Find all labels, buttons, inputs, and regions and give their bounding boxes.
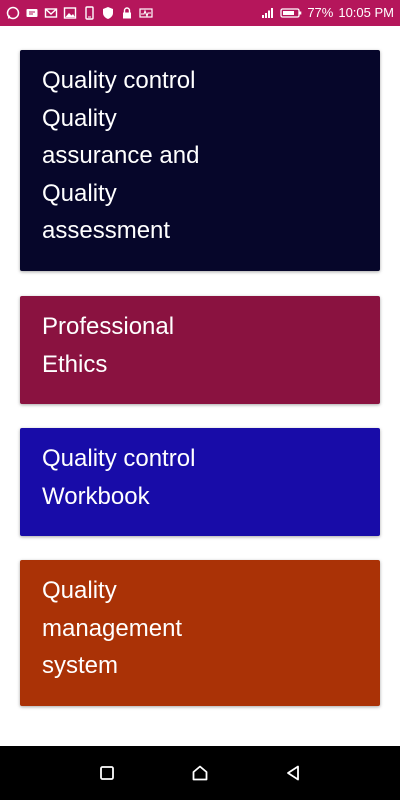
home-button[interactable]: [182, 755, 218, 791]
system-indicators: 77% 10:05 PM: [261, 6, 394, 20]
notification-icons: [6, 6, 153, 20]
topic-card-quality-control-workbook[interactable]: Quality control Workbook: [20, 428, 380, 536]
message-icon: [25, 6, 39, 20]
recents-button[interactable]: [89, 755, 125, 791]
topic-card-title: Professional Ethics: [42, 313, 175, 378]
activity-icon: [139, 6, 153, 20]
topic-card-title: Quality control Quality assurance and Qu…: [42, 67, 200, 244]
battery-percentage: 77%: [307, 5, 334, 20]
topic-card-quality-management-system[interactable]: Quality management system: [20, 560, 380, 706]
topic-list: Quality control Quality assurance and Qu…: [0, 26, 400, 746]
recents-icon: [99, 766, 114, 780]
topic-card-title: Quality control Workbook: [42, 445, 196, 510]
shield-icon: [101, 6, 115, 20]
back-button[interactable]: [275, 755, 311, 791]
signal-icon: [261, 6, 275, 20]
status-bar: 77% 10:05 PM: [0, 0, 400, 26]
back-icon: [287, 765, 300, 781]
whatsapp-icon: [6, 6, 20, 20]
image-icon: [63, 6, 77, 20]
home-icon: [192, 765, 208, 781]
topic-card-professional-ethics[interactable]: Professional Ethics: [20, 296, 380, 404]
email-icon: [44, 6, 58, 20]
phone-icon: [82, 6, 96, 20]
navigation-bar: [0, 746, 400, 800]
topic-card-quality-control-assurance[interactable]: Quality control Quality assurance and Qu…: [20, 50, 380, 271]
lock-icon: [120, 6, 134, 20]
topic-card-title: Quality management system: [42, 577, 183, 679]
battery-icon: [280, 6, 302, 20]
clock: 10:05 PM: [338, 5, 394, 20]
